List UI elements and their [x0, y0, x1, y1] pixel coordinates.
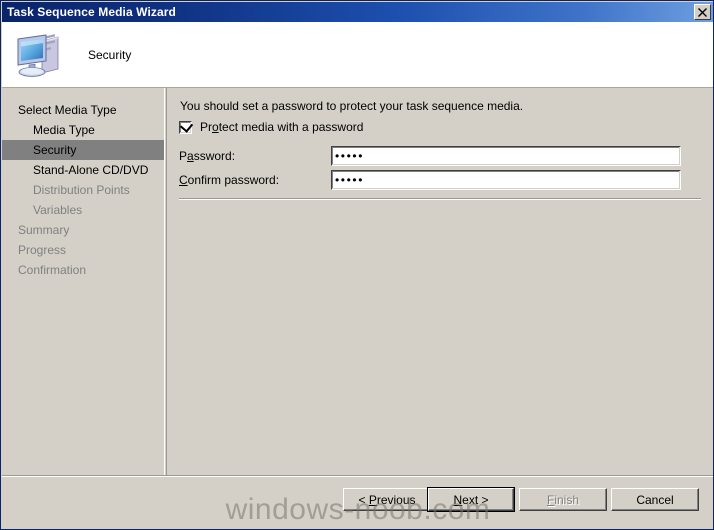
protect-media-checkbox-row[interactable]: Protect media with a password	[179, 118, 364, 134]
wizard-header: Security	[2, 22, 713, 88]
computer-icon	[12, 31, 68, 79]
content-separator	[179, 198, 701, 200]
confirm-password-label: Confirm password:	[179, 173, 280, 187]
finish-button-rest: inish	[554, 492, 580, 507]
sidebar-item-summary[interactable]: Summary	[2, 220, 164, 240]
sidebar-item-security[interactable]: Security	[2, 140, 164, 160]
protect-media-checkbox-label: Protect media with a password	[200, 120, 364, 134]
title-bar[interactable]: Task Sequence Media Wizard	[2, 2, 713, 22]
password-input[interactable]: •••••	[331, 146, 681, 166]
wizard-content-pane: You should set a password to protect you…	[167, 88, 713, 529]
sidebar-item-select-media-type[interactable]: Select Media Type	[2, 100, 164, 120]
accel-char: F	[546, 492, 555, 507]
accel-char: N	[453, 492, 463, 507]
accel-char: P	[368, 492, 377, 507]
close-icon[interactable]	[694, 4, 711, 20]
protect-media-checkbox[interactable]	[179, 118, 194, 134]
task-sequence-media-wizard-window: Task Sequence Media Wizard Security Sele…	[0, 0, 714, 530]
page-title: Security	[88, 48, 132, 62]
accel-char: C	[179, 173, 188, 187]
sidebar-item-variables[interactable]: Variables	[2, 200, 164, 220]
computer-icon-glyph	[17, 34, 59, 77]
sidebar-item-stand-alone-cd-dvd[interactable]: Stand-Alone CD/DVD	[2, 160, 164, 180]
finish-button: Finish	[519, 488, 607, 511]
close-x-glyph	[698, 7, 707, 17]
sidebar-item-distribution-points[interactable]: Distribution Points	[2, 180, 164, 200]
wizard-footer: < Previous Next > Finish Cancel	[2, 477, 713, 529]
checkbox-label-rest: tect media with a password	[218, 120, 364, 134]
previous-button[interactable]: < Previous	[343, 488, 431, 511]
next-button[interactable]: Next >	[427, 487, 515, 512]
confirm-password-field-row: Confirm password: •••••	[179, 170, 701, 190]
window-title: Task Sequence Media Wizard	[7, 5, 176, 19]
password-field-row: Password: •••••	[179, 146, 701, 166]
accel-char: o	[212, 120, 219, 134]
instruction-text: You should set a password to protect you…	[180, 99, 524, 113]
cancel-button[interactable]: Cancel	[611, 488, 699, 511]
sidebar-item-confirmation[interactable]: Confirmation	[2, 260, 164, 280]
sidebar-item-progress[interactable]: Progress	[2, 240, 164, 260]
accel-char: a	[187, 149, 194, 163]
next-button-inner: Next >	[428, 488, 514, 511]
confirm-password-input[interactable]: •••••	[331, 170, 681, 190]
previous-button-rest: revious	[376, 492, 416, 507]
password-label: Password:	[179, 149, 236, 163]
wizard-step-list: Select Media Type Media Type Security St…	[2, 88, 165, 529]
wizard-body: Select Media Type Media Type Security St…	[2, 88, 713, 529]
checkmark-icon	[179, 118, 194, 133]
sidebar-item-media-type[interactable]: Media Type	[2, 120, 164, 140]
